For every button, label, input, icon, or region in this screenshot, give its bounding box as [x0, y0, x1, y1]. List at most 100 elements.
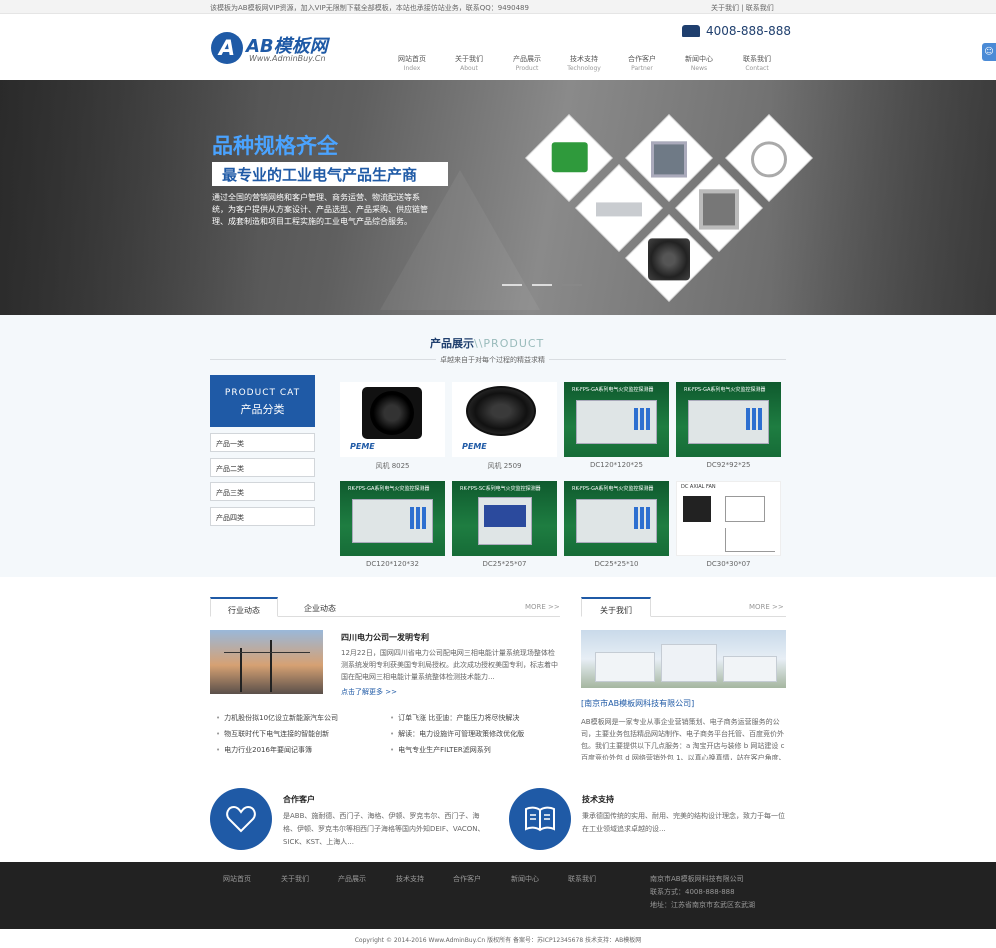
- service-title-tech[interactable]: 技术支持: [582, 794, 614, 805]
- hero-banner: 品种规格齐全 最专业的工业电气产品生产商 通过全国的营销网络和客户管理、商务运营…: [0, 80, 996, 315]
- category-header-en: PRODUCT CAT: [224, 388, 301, 398]
- site-footer: 网站首页 关于我们 产品展示 技术支持 合作客户 新闻中心 联系我们 南京市AB…: [0, 862, 996, 929]
- news-list-item[interactable]: 物互联时代下电气连接的智能创新: [216, 729, 329, 739]
- product-label: DC AXIAL FAN: [681, 484, 716, 490]
- footer-company: 南京市AB模板网科技有限公司: [650, 875, 744, 883]
- footer-nav-news[interactable]: 新闻中心: [511, 874, 539, 884]
- service-text-partner: 是ABB、施耐德、西门子、海格、伊顿、罗克韦尔、西门子、海格、伊顿、罗克韦尔等相…: [283, 812, 485, 846]
- footer-nav-technology[interactable]: 技术支持: [396, 874, 424, 884]
- device-keypad: [410, 507, 428, 529]
- nav-sub-label: About: [460, 65, 478, 72]
- category-item[interactable]: 产品四类: [210, 507, 315, 526]
- product-caption[interactable]: 风机 2509: [452, 461, 557, 471]
- nav-item-about[interactable]: 关于我们 About: [440, 54, 498, 72]
- product-card[interactable]: RK-FPS-GA系列电气火灾监控探测器: [340, 481, 445, 556]
- news-section: 行业动态 企业动态 MORE >> 四川电力公司一发明专利 12月22日，国网四…: [0, 577, 996, 774]
- nav-item-index[interactable]: 网站首页 Index: [383, 54, 441, 72]
- footer-nav-index[interactable]: 网站首页: [223, 874, 251, 884]
- category-item[interactable]: 产品三类: [210, 482, 315, 501]
- product-card[interactable]: RK-FPS-SC系列电气火灾监控探测器: [452, 481, 557, 556]
- nav-label: 关于我们: [455, 55, 483, 63]
- product-label: RK-FPS-GA系列电气火灾监控探测器: [348, 486, 430, 492]
- book-icon: [509, 788, 571, 850]
- nav-sub-label: Contact: [745, 65, 769, 72]
- nav-sub-label: News: [690, 65, 708, 72]
- spec-drawing: [725, 496, 765, 522]
- phone-icon: [682, 25, 700, 37]
- product-card[interactable]: DC AXIAL FAN: [676, 481, 781, 556]
- product-card[interactable]: RK-FPS-GA系列电气火灾监控探测器: [564, 481, 669, 556]
- product-caption[interactable]: DC92*92*25: [676, 461, 781, 469]
- device-keypad: [634, 507, 652, 529]
- products-subtitle: 卓越来自于对每个过程的精益求精: [436, 355, 549, 365]
- news-thumbnail[interactable]: [210, 630, 323, 694]
- nav-sub-label: Partner: [631, 65, 653, 72]
- carousel-dot[interactable]: [562, 284, 582, 286]
- hotline: 4008-888-888: [682, 24, 791, 38]
- logo-mark: A: [211, 32, 243, 64]
- main-nav: 网站首页 Index 关于我们 About 产品展示 Product 技术支持 Tech…: [383, 54, 787, 76]
- nav-label: 联系我们: [743, 55, 771, 63]
- tab-company-news[interactable]: 企业动态: [286, 597, 354, 617]
- news-list-item[interactable]: 力机股份拟10亿设立新能源汽车公司: [216, 713, 338, 723]
- site-logo[interactable]: A AB模板网 Www.AdminBuy.Cn: [211, 32, 341, 68]
- heart-icon: [210, 788, 272, 850]
- nav-label: 产品展示: [513, 55, 541, 63]
- category-item[interactable]: 产品一类: [210, 433, 315, 452]
- service-title-partner[interactable]: 合作客户: [283, 794, 315, 805]
- news-list-item[interactable]: 电气专业生产FILTER滤网系列: [390, 745, 491, 755]
- news-headline[interactable]: 四川电力公司一发明专利: [341, 632, 429, 643]
- product-caption[interactable]: DC30*30*07: [676, 560, 781, 568]
- product-caption[interactable]: 风机 8025: [340, 461, 445, 471]
- products-title-en: \\PRODUCT: [474, 337, 545, 350]
- nav-item-product[interactable]: 产品展示 Product: [498, 54, 556, 72]
- product-card[interactable]: PEME: [452, 382, 557, 457]
- product-card[interactable]: RK-FPS-GA系列电气火灾监控探测器: [676, 382, 781, 457]
- footer-nav-contact[interactable]: 联系我们: [568, 874, 596, 884]
- footer-nav-partner[interactable]: 合作客户: [453, 874, 481, 884]
- product-caption[interactable]: DC120*120*32: [340, 560, 445, 568]
- category-item[interactable]: 产品二类: [210, 458, 315, 477]
- news-list-item[interactable]: 电力行业2016年要闻记事簿: [216, 745, 312, 755]
- product-card[interactable]: PEME: [340, 382, 445, 457]
- product-caption[interactable]: DC25*25*07: [452, 560, 557, 568]
- nav-item-news[interactable]: 新闻中心 News: [670, 54, 728, 72]
- nav-item-technology[interactable]: 技术支持 Technology: [555, 54, 613, 72]
- fan-image: PEME: [452, 382, 557, 457]
- nav-sub-label: Index: [403, 65, 421, 72]
- nav-item-partner[interactable]: 合作客户 Partner: [613, 54, 671, 72]
- service-text-tech: 秉承德国传统的实用、耐用、完美的结构设计理念，致力于每一位在工业领域追求卓越的设…: [582, 812, 785, 833]
- product-caption[interactable]: DC25*25*10: [564, 560, 669, 568]
- product-caption[interactable]: DC120*120*25: [564, 461, 669, 469]
- footer-nav-about[interactable]: 关于我们: [281, 874, 309, 884]
- device-keypad: [746, 408, 764, 430]
- tab-about[interactable]: 关于我们: [581, 597, 651, 617]
- product-card[interactable]: RK-FPS-GA系列电气火灾监控探测器: [564, 382, 669, 457]
- brand-tag: PEME: [462, 442, 487, 451]
- about-more-link[interactable]: MORE >>: [749, 603, 784, 611]
- carousel-dot[interactable]: [532, 284, 552, 286]
- news-list-item[interactable]: 订单飞涨 比亚迪：产能压力将尽快解决: [390, 713, 519, 723]
- device-keypad: [634, 408, 652, 430]
- top-notice-bar: 该模板为AB模板网VIP资源，加入VIP无限制下载全部模板，本站也承接仿站业务，…: [0, 0, 996, 14]
- company-name[interactable]: [南京市AB模板网科技有限公司]: [581, 698, 694, 709]
- site-header: A AB模板网 Www.AdminBuy.Cn 4008-888-888 网站首…: [0, 14, 996, 80]
- top-links[interactable]: 关于我们 | 联系我们: [711, 3, 774, 13]
- products-title: 产品展示\\PRODUCT: [430, 335, 544, 351]
- nav-item-contact[interactable]: 联系我们 Contact: [728, 54, 786, 72]
- footer-nav-product[interactable]: 产品展示: [338, 874, 366, 884]
- carousel-dots: [502, 284, 582, 288]
- banner-decor: [380, 170, 540, 310]
- services-section: 合作客户 是ABB、施耐德、西门子、海格、伊顿、罗克韦尔、西门子、海格、伊顿、罗…: [0, 760, 996, 862]
- side-float-icon[interactable]: ☺: [982, 43, 996, 61]
- tab-industry-news[interactable]: 行业动态: [210, 597, 278, 617]
- news-read-more[interactable]: 点击了解更多 >>: [341, 687, 397, 697]
- news-more-link[interactable]: MORE >>: [525, 603, 560, 611]
- nav-sub-label: Technology: [567, 65, 601, 72]
- carousel-dot[interactable]: [502, 284, 522, 286]
- nav-label: 技术支持: [570, 55, 598, 63]
- spec-curve: [725, 528, 775, 552]
- product-label: RK-FPS-GA系列电气火灾监控探测器: [572, 486, 654, 492]
- news-list-item[interactable]: 解读：电力设施许可管理政策修改优化版: [390, 729, 524, 739]
- top-notice-text: 该模板为AB模板网VIP资源，加入VIP无限制下载全部模板，本站也承接仿站业务，…: [210, 4, 529, 12]
